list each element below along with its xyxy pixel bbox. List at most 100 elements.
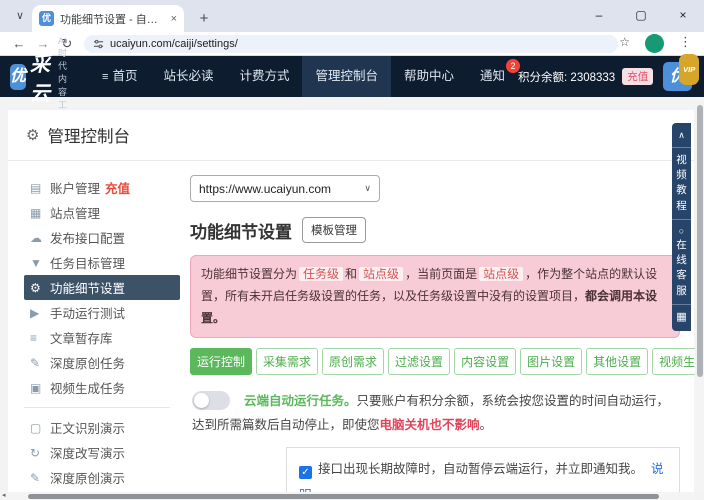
sidebar-recharge-link[interactable]: 充值: [105, 178, 130, 197]
sidebar-item-video-task[interactable]: ▣视频生成任务: [24, 375, 180, 400]
sidebar-item-detail-settings[interactable]: ⚙功能细节设置: [24, 275, 180, 300]
option-text: 接口出现长期故障时，自动暂停云端运行，并立即通知我。: [318, 462, 643, 476]
nav-item-pricing[interactable]: 计费方式: [226, 56, 302, 97]
vertical-scrollbar-thumb[interactable]: [697, 105, 703, 377]
recharge-button[interactable]: 充值: [622, 68, 653, 85]
back-button[interactable]: ←: [10, 35, 28, 53]
tab-original[interactable]: 原创需求: [322, 348, 384, 375]
browser-tab[interactable]: 优 功能细节设置 - 自动文章采集器 ×: [32, 5, 184, 32]
sidebar-item-task-targets[interactable]: ▼任务目标管理: [24, 250, 180, 275]
horizontal-scrollbar[interactable]: ◂: [0, 492, 695, 500]
nav-label: 通知: [480, 69, 505, 83]
tab-other[interactable]: 其他设置: [586, 348, 648, 375]
video-icon: ▣: [30, 381, 50, 395]
sidebar-item-rewrite-demo[interactable]: ↻深度改写演示: [24, 440, 180, 465]
sidebar-item-original-task[interactable]: ✎深度原创任务: [24, 350, 180, 375]
nav-item-notifications[interactable]: 通知2: [467, 56, 518, 97]
qr-code-icon[interactable]: ▦: [672, 310, 691, 324]
tab-content[interactable]: 内容设置: [454, 348, 516, 375]
nav-label: 首页: [112, 69, 137, 83]
level-alert: 功能细节设置分为任务级和站点级，当前页面是站点级，作为整个站点的默认设置，所有未…: [190, 255, 680, 338]
favicon-icon: 优: [39, 11, 54, 26]
address-bar[interactable]: ucaiyun.com/caiji/settings/: [84, 35, 618, 53]
cloud-run-toggle-row: 云端自动运行任务。只要账户有积分余额，系统会按您设置的时间自动运行，达到所需篇数…: [190, 389, 680, 438]
scroll-left-arrow-icon[interactable]: ◂: [2, 492, 6, 500]
sidebar-label: 任务目标管理: [50, 253, 125, 272]
site-select-value: https://www.ucaiyun.com: [199, 182, 331, 196]
section-title: 功能细节设置: [190, 218, 292, 243]
collapse-chevron-icon[interactable]: ∧: [672, 128, 691, 142]
sidebar-item-manual-test[interactable]: ▶手动运行测试: [24, 300, 180, 325]
checkbox-checked-icon[interactable]: ✓: [299, 466, 312, 479]
gear-icon: ⚙: [26, 126, 39, 144]
tab-filter[interactable]: 过滤设置: [388, 348, 450, 375]
sidebar: ▤账户管理充值 ▦站点管理 ☁发布接口配置 ▼任务目标管理 ⚙功能细节设置 ▶手…: [24, 171, 180, 500]
grid-icon: ▦: [30, 206, 50, 220]
site-level-badge: 站点级: [359, 267, 403, 281]
site-select[interactable]: https://www.ucaiyun.com ∨: [190, 175, 380, 202]
nav-label: 计费方式: [239, 69, 289, 83]
logo-icon[interactable]: 优: [10, 64, 26, 90]
sidebar-divider: [24, 407, 170, 408]
tab-collect[interactable]: 采集需求: [256, 348, 318, 375]
sidebar-label: 手动运行测试: [50, 303, 125, 322]
screen: ∨ 优 功能细节设置 - 自动文章采集器 × + – ▢ × ← → ↻ uca…: [0, 0, 704, 500]
sidebar-item-original-demo[interactable]: ✎深度原创演示: [24, 465, 180, 490]
play-icon: ▶: [30, 306, 50, 320]
alert-text: 和: [345, 267, 357, 281]
window-controls: – ▢ ×: [578, 0, 704, 32]
alert-text: 功能细节设置分为: [201, 267, 297, 281]
window-close-button[interactable]: ×: [662, 0, 704, 32]
nav-item-console[interactable]: 管理控制台: [302, 56, 391, 97]
header-right: 积分余额: 2308333 充值 优VIP: [518, 62, 698, 91]
vertical-scrollbar[interactable]: [695, 97, 704, 492]
task-level-badge: 任务级: [299, 267, 343, 281]
refresh-icon: ↻: [30, 446, 50, 460]
minimize-button[interactable]: –: [578, 0, 620, 32]
restore-button[interactable]: ▢: [620, 0, 662, 32]
new-tab-button[interactable]: +: [192, 7, 216, 31]
sidebar-label: 深度改写演示: [50, 443, 125, 462]
video-tutorial-link[interactable]: 视频教程: [675, 153, 688, 214]
sidebar-label: 视频生成任务: [50, 378, 125, 397]
nav-label: 管理控制台: [315, 69, 378, 83]
page-title: 管理控制台: [47, 123, 130, 147]
toggle-knob: [194, 393, 209, 408]
tab-title: 功能细节设置 - 自动文章采集器: [60, 11, 165, 27]
sidebar-item-content-demo[interactable]: ▢正文识别演示: [24, 415, 180, 440]
sidebar-label: 功能细节设置: [50, 278, 125, 297]
bookmark-star-icon[interactable]: ☆: [619, 35, 630, 49]
horizontal-scrollbar-thumb[interactable]: [28, 494, 659, 499]
chevron-down-icon: ∨: [364, 183, 371, 194]
sidebar-item-account[interactable]: ▤账户管理充值: [24, 175, 180, 200]
tab-run-control[interactable]: 运行控制: [190, 348, 252, 375]
tab-search-icon[interactable]: ∨: [8, 6, 32, 26]
settings-tabs: 运行控制 采集需求 原创需求 过滤设置 内容设置 图片设置 其他设置 视频生成 …: [190, 348, 680, 375]
logo-wordmark[interactable]: 采云: [30, 48, 52, 106]
sidebar-label: 账户管理: [50, 178, 100, 197]
nav-label: 站长必读: [163, 69, 213, 83]
cloud-run-toggle[interactable]: [192, 391, 230, 410]
nav-item-must-read[interactable]: 站长必读: [150, 56, 226, 97]
tab-close-icon[interactable]: ×: [171, 13, 177, 25]
gears-icon: ⚙: [30, 281, 50, 295]
sidebar-item-article-store[interactable]: ≡文章暂存库: [24, 325, 180, 350]
sidebar-item-sites[interactable]: ▦站点管理: [24, 200, 180, 225]
nav-item-home[interactable]: ≡首页: [89, 56, 150, 97]
site-settings-icon[interactable]: [93, 39, 104, 50]
nav-item-help[interactable]: 帮助中心: [391, 56, 467, 97]
online-service-link[interactable]: 在线客服: [675, 238, 688, 299]
toggle-desc-highlight: 电脑关机也不影响: [380, 418, 480, 432]
pencil-icon: ✎: [30, 471, 50, 485]
cloud-icon: ☁: [30, 231, 50, 245]
template-manage-button[interactable]: 模板管理: [302, 217, 366, 243]
funnel-icon: ▼: [30, 256, 50, 270]
user-avatar[interactable]: 优VIP: [663, 62, 692, 91]
browser-menu-icon[interactable]: ⋮: [679, 34, 692, 50]
sidebar-item-publish-api[interactable]: ☁发布接口配置: [24, 225, 180, 250]
monitor-icon: ▢: [30, 421, 50, 435]
url-text[interactable]: ucaiyun.com/caiji/settings/: [110, 38, 238, 50]
sidebar-label: 深度原创任务: [50, 353, 125, 372]
browser-profile-avatar[interactable]: [645, 34, 664, 53]
tab-image[interactable]: 图片设置: [520, 348, 582, 375]
